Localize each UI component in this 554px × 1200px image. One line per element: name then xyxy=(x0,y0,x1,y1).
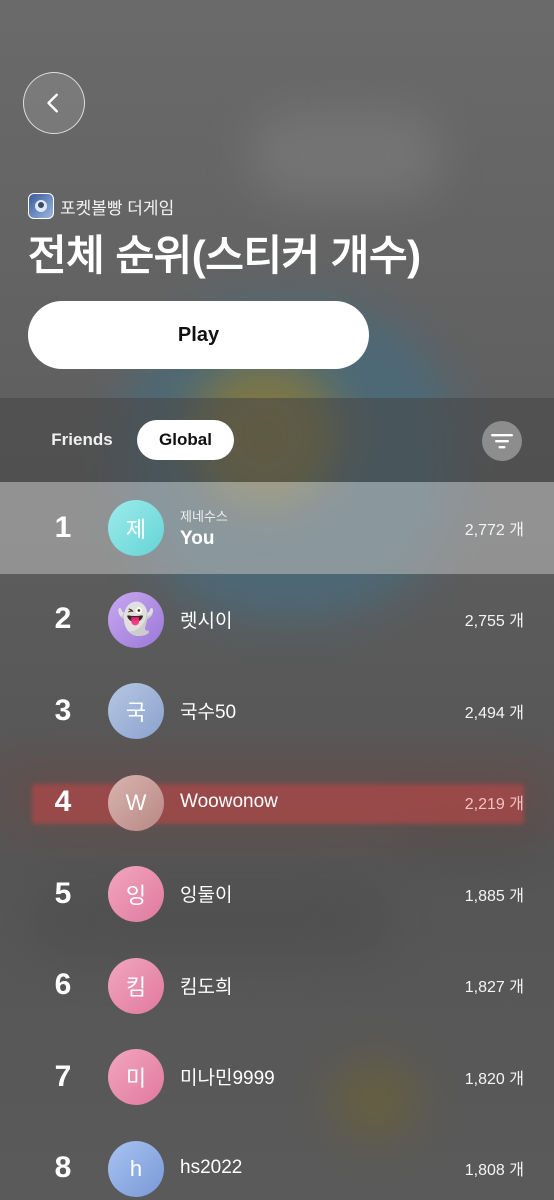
avatar: 킴 xyxy=(108,957,164,1014)
avatar: h xyxy=(108,1140,164,1197)
leaderboard-row[interactable]: 6 킴 킴도희 1,827 개 xyxy=(0,940,554,1032)
player-name: 국수50 xyxy=(180,702,237,724)
sticker-count: 2,772 개 xyxy=(464,521,524,539)
leaderboard-row[interactable]: 4 W Woowonow 2,219 개 xyxy=(0,757,554,849)
rank-number: 6 xyxy=(54,968,72,1002)
player-name: Woowonow xyxy=(180,791,278,813)
leaderboard-row[interactable]: 5 잉 잉둘이 1,885 개 xyxy=(0,848,554,940)
sticker-count: 1,827 개 xyxy=(464,979,524,997)
filter-button[interactable] xyxy=(482,421,522,461)
leaderboard-row[interactable]: 7 미 미나민9999 1,820 개 xyxy=(0,1031,554,1123)
tab-global[interactable]: Global xyxy=(137,420,234,460)
game-app-icon xyxy=(28,193,54,219)
rank-number: 3 xyxy=(54,693,72,727)
player-name: 킴도희 xyxy=(180,976,233,998)
scope-tabbar: Friends Global xyxy=(0,398,554,482)
player-name: 미나민9999 xyxy=(180,1068,275,1090)
avatar: 제 xyxy=(108,500,164,556)
player-name: hs2022 xyxy=(180,1157,243,1179)
game-info: 포켓볼빵 더게임 xyxy=(28,193,174,219)
leaderboard-list: 1 제 제네수스 You 2,772 개 2 👻 렛시이 2,755 개 3 국… xyxy=(0,482,554,1200)
tab-friends[interactable]: Friends xyxy=(36,420,128,460)
leaderboard-row[interactable]: 3 국 국수50 2,494 개 xyxy=(0,665,554,757)
rank-number: 2 xyxy=(54,602,72,636)
sticker-count: 2,755 개 xyxy=(464,613,524,631)
player-nickname: 제네수스 xyxy=(180,508,228,524)
sticker-count: 2,494 개 xyxy=(464,704,524,722)
avatar: 국 xyxy=(108,683,164,739)
rank-number: 1 xyxy=(54,510,72,544)
rank-number: 8 xyxy=(54,1151,72,1185)
sticker-count: 1,808 개 xyxy=(464,1162,524,1180)
sticker-count: 1,820 개 xyxy=(464,1070,524,1088)
ghost-avatar: 👻 xyxy=(108,591,164,648)
play-button[interactable]: Play xyxy=(28,301,369,369)
avatar: W xyxy=(108,774,164,831)
player-name: 렛시이 xyxy=(180,610,233,632)
rank-number: 4 xyxy=(54,785,72,819)
chevron-left-icon xyxy=(47,93,58,113)
avatar: 잉 xyxy=(108,866,164,922)
sticker-count: 2,219 개 xyxy=(464,796,524,814)
filter-lines-icon xyxy=(491,434,513,449)
player-name: 잉둘이 xyxy=(180,885,233,907)
page-title: 전체 순위(스티커 개수) xyxy=(28,232,421,279)
leaderboard-row[interactable]: 8 h hs2022 1,808 개 xyxy=(0,1123,554,1200)
rank-number: 5 xyxy=(54,876,72,910)
sticker-count: 1,885 개 xyxy=(464,887,524,905)
leaderboard-row-self[interactable]: 1 제 제네수스 You 2,772 개 xyxy=(0,482,554,574)
player-name: You xyxy=(180,527,215,549)
row-highlight xyxy=(32,783,524,824)
back-button[interactable] xyxy=(23,72,85,134)
leaderboard-row[interactable]: 2 👻 렛시이 2,755 개 xyxy=(0,574,554,666)
rank-number: 7 xyxy=(54,1059,72,1093)
avatar: 미 xyxy=(108,1049,164,1105)
game-name: 포켓볼빵 더게임 xyxy=(60,198,175,218)
